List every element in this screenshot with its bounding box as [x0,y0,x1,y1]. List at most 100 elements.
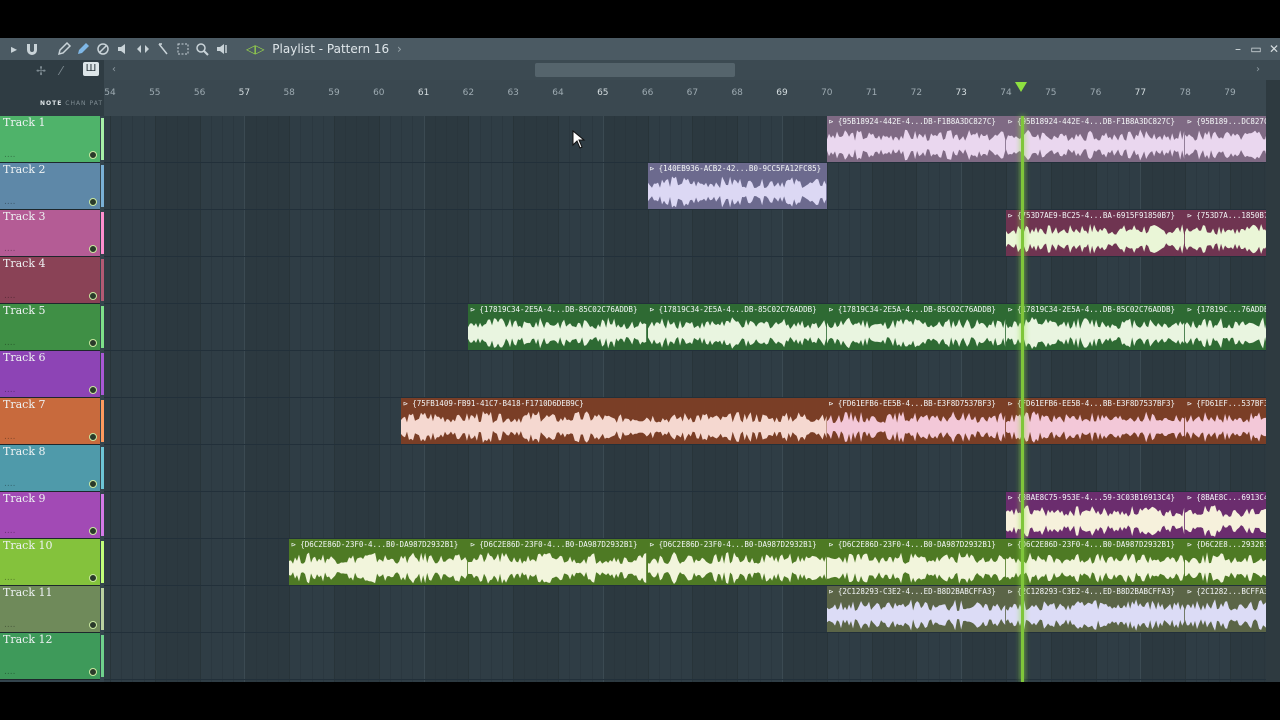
playback-icon[interactable] [214,41,230,57]
track-header[interactable]: Track 9.... [0,492,104,539]
track-enable-led[interactable] [89,151,97,159]
track-header[interactable]: Track 8.... [0,445,104,492]
track-header[interactable]: Track 5.... [0,304,104,351]
title-arrow-icon[interactable]: › [397,42,402,56]
track-grip[interactable]: .... [4,526,15,536]
audio-clip[interactable]: ⊳ {2C1282...BCFFA3} [1185,586,1266,632]
audio-clip[interactable]: ⊳ {753D7AE9-BC25-4...BA-6915F91850B7} [1006,210,1186,256]
window-title: Playlist - Pattern 16 [272,42,390,56]
slip-icon[interactable] [135,41,151,57]
audio-clip[interactable]: ⊳ {FD61EFB6-EE5B-4...BB-E3F8D7537BF3} [1006,398,1186,444]
minimize-icon[interactable]: – [1230,40,1246,58]
track-grip[interactable]: .... [4,385,15,395]
vertical-scroll-bar[interactable] [1266,80,1280,682]
track-enable-led[interactable] [89,527,97,535]
track-grip[interactable]: .... [4,338,15,348]
track-header[interactable]: Track 3.... [0,210,104,257]
audio-clip[interactable]: ⊳ {75FB1409-FB91-41C7-B418-F1710D6DEB9C} [401,398,827,444]
audio-clip[interactable]: ⊳ {D6C2E86D-23F0-4...B0-DA987D2932B1} [647,539,827,585]
track-grip[interactable]: .... [4,244,15,254]
track-name: Track 6 [3,351,46,364]
track-enable-led[interactable] [89,574,97,582]
snap-icon[interactable]: ✢ [36,64,46,78]
audio-clip[interactable]: ⊳ {FD61EFB6-EE5B-4...BB-E3F8D7537BF3} [826,398,1006,444]
slice-icon[interactable] [155,41,171,57]
audio-clip[interactable]: ⊳ {D6C2E86D-23F0-4...B0-DA987D2932B1} [289,539,469,585]
audio-clip[interactable]: ⊳ {D6C2E8...2932B1} [1185,539,1266,585]
mode-pat[interactable]: PAT [89,100,103,107]
track-grip[interactable]: .... [4,573,15,583]
audio-clip[interactable]: ⊳ {95B18924-442E-4...DB-F1B8A3DC827C} [1006,116,1186,162]
tool-knife-icon[interactable]: ⁄ [60,64,62,78]
select-icon[interactable] [175,41,191,57]
audio-clip[interactable]: ⊳ {8BAE8C...6913C4} [1185,492,1266,538]
audio-clip[interactable]: ⊳ {2C128293-C3E2-4...ED-B8D2BABCFFA3} [826,586,1006,632]
track-header[interactable]: Track 7.... [0,398,104,445]
audio-clip[interactable]: ⊳ {FD61EF...537BF3} [1185,398,1266,444]
audio-clip[interactable]: ⊳ {140EB936-ACB2-42...B0-9CC5FA12FC85} [647,163,827,209]
audio-clip[interactable]: ⊳ {8BAE8C75-953E-4...59-3C03B16913C4} [1006,492,1186,538]
audio-clip[interactable]: ⊳ {17819C34-2E5A-4...DB-85C02C76ADDB} [826,304,1006,350]
track-enable-led[interactable] [89,292,97,300]
track-header[interactable]: Track 12.... [0,633,104,680]
track-enable-led[interactable] [89,668,97,676]
clip-label: ⊳ {D6C2E86D-23F0-4...B0-DA987D2932B1} [649,540,817,549]
mode-chan[interactable]: CHAN [65,100,86,107]
playlist-grid[interactable]: ⊳ {95B18924-442E-4...DB-F1B8A3DC827C} ⊳ {… [104,116,1266,682]
mode-note[interactable]: NOTE [40,100,62,107]
track-grip[interactable]: .... [4,197,15,207]
track-enable-led[interactable] [89,480,97,488]
track-enable-led[interactable] [89,339,97,347]
audio-clip[interactable]: ⊳ {17819C34-2E5A-4...DB-85C02C76ADDB} [468,304,648,350]
maximize-icon[interactable]: ▭ [1248,40,1264,58]
grid-bar-line [334,116,335,682]
track-header[interactable]: Track 1.... [0,116,104,163]
audio-clip[interactable]: ⊳ {95B18924-442E-4...DB-F1B8A3DC827C} [826,116,1006,162]
audio-clip[interactable]: ⊳ {17819C34-2E5A-4...DB-85C02C76ADDB} [1006,304,1186,350]
audio-clip[interactable]: ⊳ {17819C...76ADDB} [1185,304,1266,350]
audio-clip[interactable]: ⊳ {95B189...DC827C} [1185,116,1266,162]
grid-beat-line [188,116,190,682]
track-enable-led[interactable] [89,198,97,206]
audio-clip[interactable]: ⊳ {17819C34-2E5A-4...DB-85C02C76ADDB} [647,304,827,350]
scroll-left-icon[interactable]: ‹ [108,63,120,77]
zoom-icon[interactable] [194,41,210,57]
track-enable-led[interactable] [89,245,97,253]
paint-icon[interactable] [75,41,91,57]
track-header[interactable]: Track 11.... [0,586,104,633]
horizontal-scroll-thumb[interactable] [535,63,735,77]
timeline-ruler[interactable]: 54 55 56 57 58 59 60 61 62 63 64 65 66 67 68 69 70 71 72 73… [104,80,1266,116]
mute-icon[interactable] [115,41,131,57]
close-icon[interactable]: ✕ [1266,40,1280,58]
playlist-titlebar: ▸ ◁▷ Playlist - Pattern 16 › – ▭ ✕ [0,38,1280,61]
magnet-icon[interactable] [24,41,40,57]
track-grip[interactable]: .... [4,479,15,489]
audio-clip[interactable]: ⊳ {2C128293-C3E2-4...ED-B8D2BABCFFA3} [1006,586,1186,632]
track-grip[interactable]: .... [4,432,15,442]
track-enable-led[interactable] [89,433,97,441]
track-name: Track 11 [3,586,53,599]
track-grip[interactable]: .... [4,667,15,677]
track-header[interactable]: Track 4.... [0,257,104,304]
track-grip[interactable]: .... [4,291,15,301]
track-enable-led[interactable] [89,621,97,629]
track-header[interactable]: Track 10.... [0,539,104,586]
audio-clip[interactable]: ⊳ {753D7A...1850B7} [1185,210,1266,256]
track-grip[interactable]: .... [4,620,15,630]
track-grip[interactable]: .... [4,150,15,160]
waveform [1006,317,1185,349]
track-header[interactable]: Track 6.... [0,351,104,398]
horizontal-scroll-bar[interactable]: ‹ › [0,60,1280,80]
pencil-icon[interactable] [56,41,72,57]
scroll-right-icon[interactable]: › [1252,63,1264,77]
audio-clip[interactable]: ⊳ {D6C2E86D-23F0-4...B0-DA987D2932B1} [1006,539,1186,585]
pattern-play-icon[interactable]: ◁▷ [246,42,264,56]
playhead-marker-icon[interactable] [1015,82,1027,92]
delete-icon[interactable] [95,41,111,57]
piano-icon[interactable]: Ш [83,62,99,76]
track-enable-led[interactable] [89,386,97,394]
audio-clip[interactable]: ⊳ {D6C2E86D-23F0-4...B0-DA987D2932B1} [826,539,1006,585]
track-header[interactable]: Track 2.... [0,163,104,210]
play-arrow-icon[interactable]: ▸ [6,41,22,57]
audio-clip[interactable]: ⊳ {D6C2E86D-23F0-4...B0-DA987D2932B1} [468,539,648,585]
